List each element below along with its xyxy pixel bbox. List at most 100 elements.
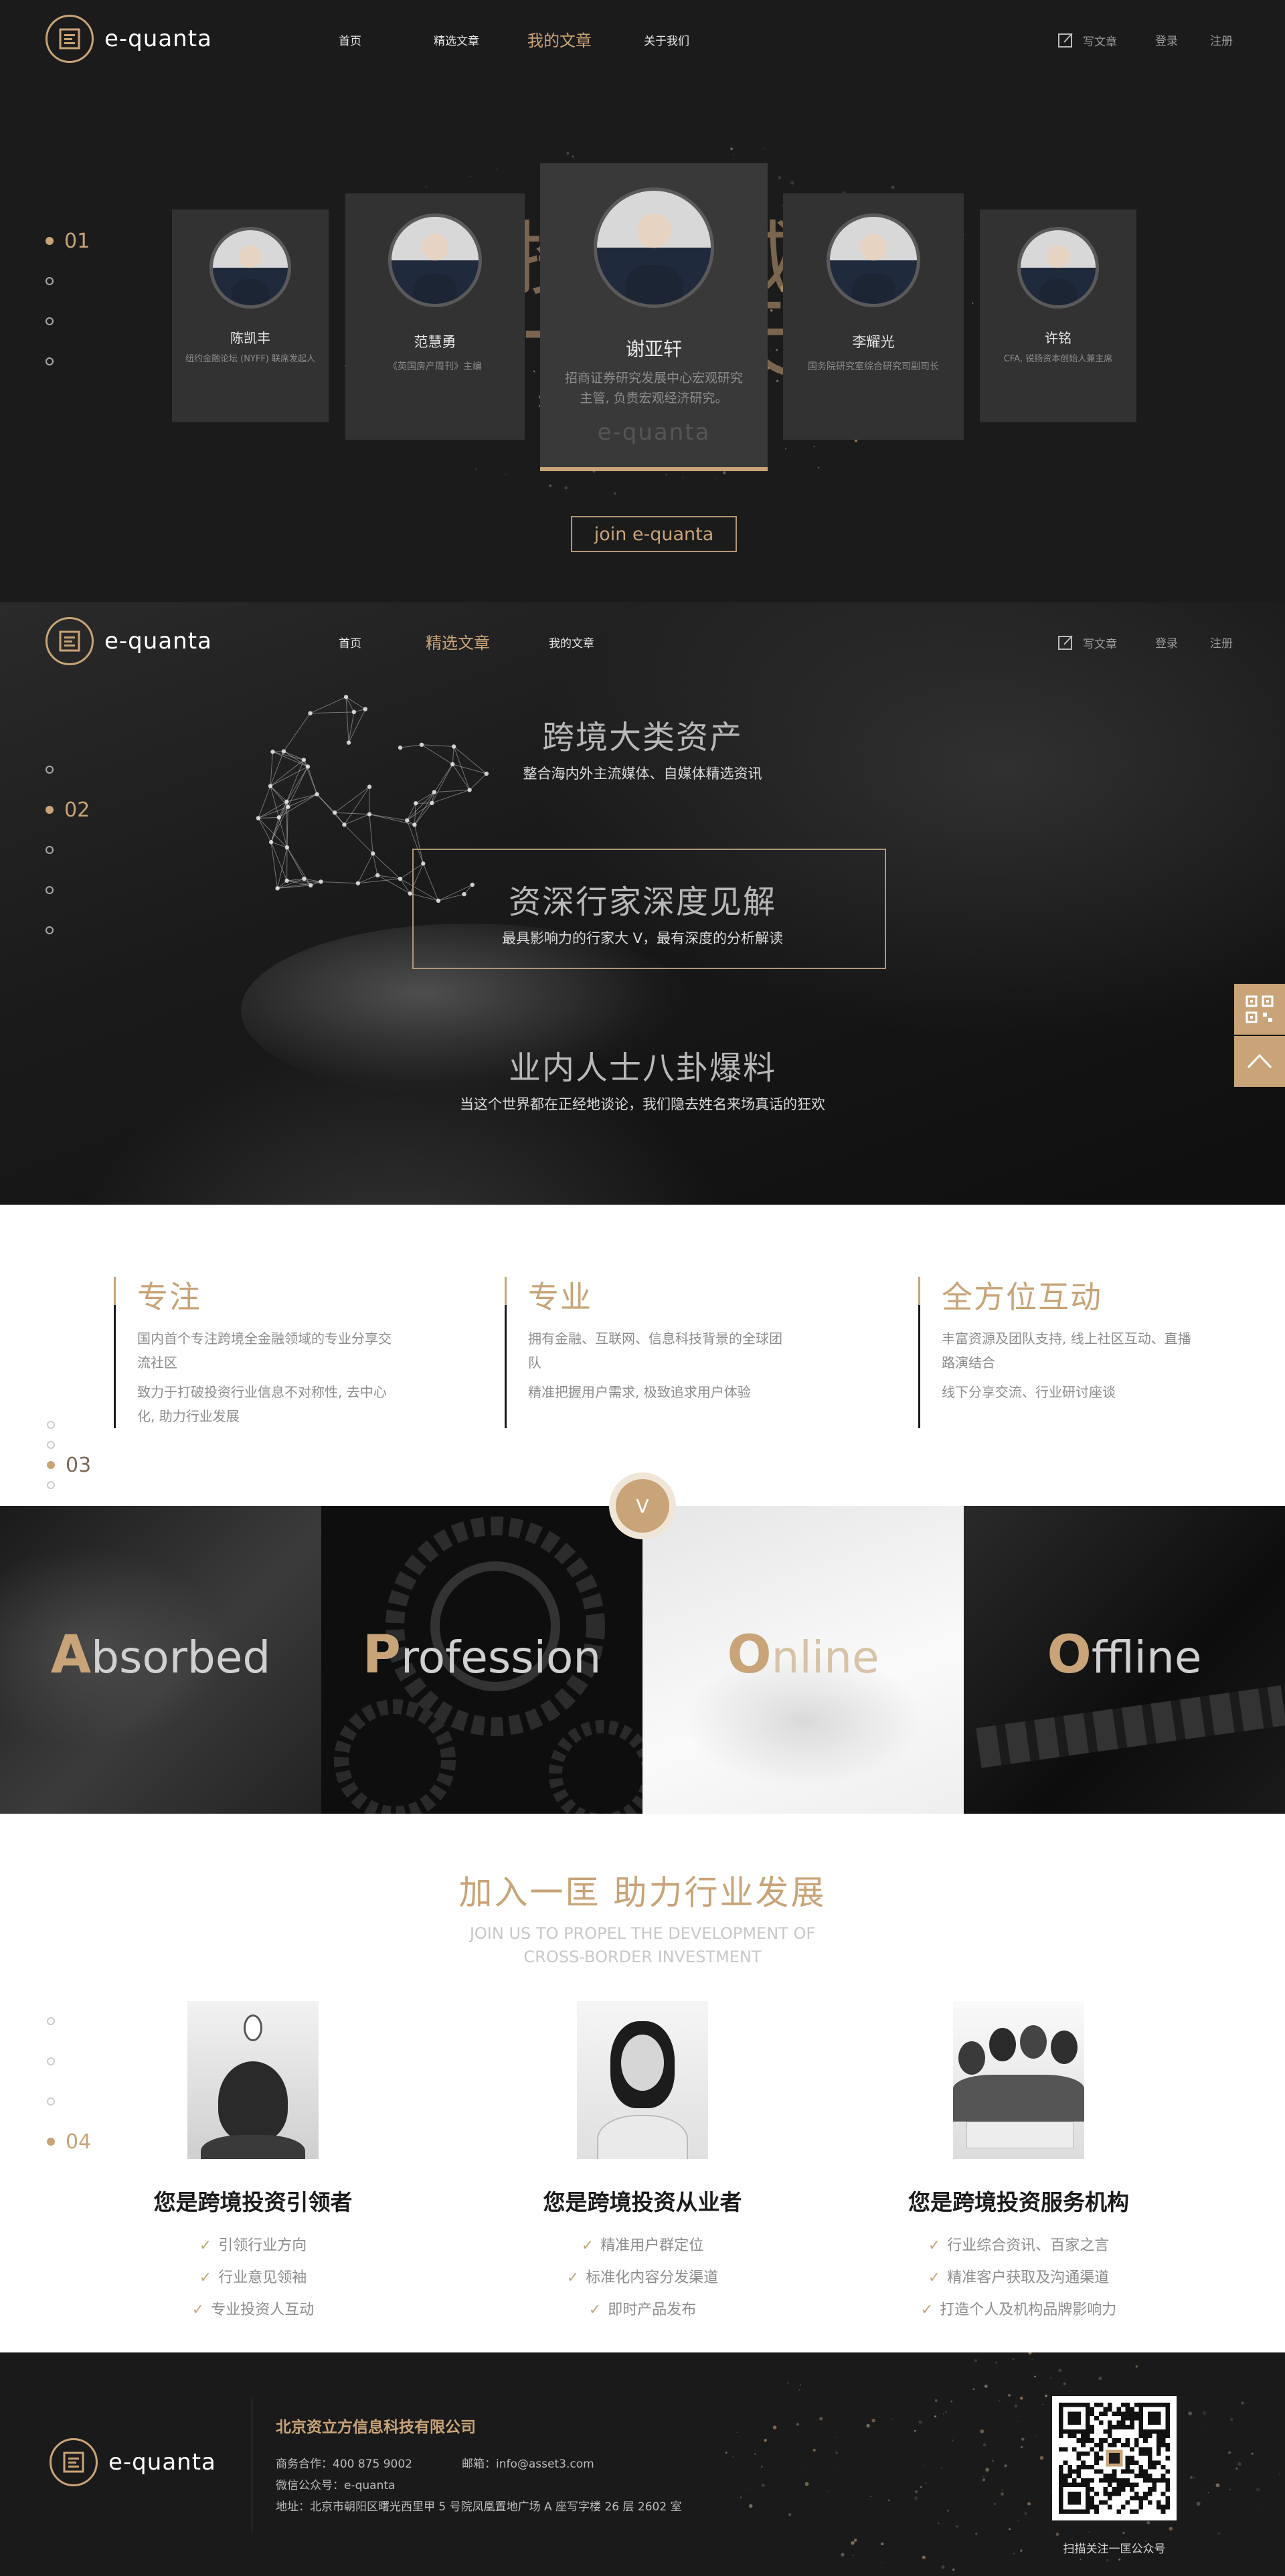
feature-text: 国内首个专注跨境全金融领域的专业分享交流社区 致力于打破投资行业信息不对称性, … xyxy=(137,1330,392,1424)
logo-mark-icon xyxy=(50,2438,98,2486)
value-word: Absorbed xyxy=(50,1625,271,1685)
company-address: 地址：北京市朝阳区曙光西里甲 5 号院凤凰置地广场 A 座写字楼 26 层 26… xyxy=(276,2500,682,2514)
highlight-block-assets: 跨境大类资产 整合海内外主流媒体、自媒体精选资讯 xyxy=(0,711,1285,783)
edit-icon xyxy=(1058,635,1073,650)
footer-logo[interactable]: e-quanta xyxy=(50,2438,216,2486)
logo[interactable]: e-quanta xyxy=(46,15,212,63)
check-icon: ✓ xyxy=(191,2302,205,2318)
list-item: ✓ 精准用户群定位 xyxy=(581,2237,704,2254)
company-name: 北京资立方信息科技有限公司 xyxy=(276,2419,476,2436)
feature-title: 全方位互动 xyxy=(942,1279,1102,1315)
list-item: ✓ 打造个人及机构品牌影响力 xyxy=(920,2302,1117,2318)
nav-featured[interactable]: 精选文章 xyxy=(426,630,490,653)
highlight-sub: 当这个世界都在正经地谈论，我们隐去姓名来场真话的狂欢 xyxy=(460,1096,825,1112)
nav-home[interactable]: 首页 xyxy=(339,634,361,651)
list-item: ✓ 专业投资人互动 xyxy=(191,2302,315,2318)
avatar xyxy=(827,213,920,307)
nav-my-articles[interactable]: 我的文章 xyxy=(549,634,594,651)
login-link[interactable]: 登录 xyxy=(1155,31,1178,48)
nav-about[interactable]: 关于我们 xyxy=(644,31,689,48)
slide-pager: 03 xyxy=(47,1415,91,1495)
speaker-card[interactable]: 陈凯丰 纽约金融论坛 (NYFF) 联席发起人 xyxy=(172,209,329,422)
section-badge: V xyxy=(609,1472,676,1539)
slide-pager-dot-2[interactable] xyxy=(47,2041,91,2081)
speaker-card[interactable]: 李耀光 国务院研究室综合研究司副司长 xyxy=(783,193,964,440)
logo[interactable]: e-quanta xyxy=(46,617,212,665)
slide-pager-dot-3[interactable] xyxy=(47,2081,91,2122)
slide-pager-dot-4[interactable]: 04 xyxy=(47,2122,91,2162)
write-article-label: 写文章 xyxy=(1083,637,1117,651)
write-article-link[interactable]: 写文章 xyxy=(1057,634,1117,651)
role-benefits: ✓ 精准用户群定位 ✓ 标准化内容分发渠道 ✓ 即时产品发布 xyxy=(502,2230,783,2326)
slide-pager-dot-2[interactable] xyxy=(47,1435,91,1455)
speaker-card[interactable]: 许铭 CFA, 锐扬资本创始人兼主席 xyxy=(980,209,1136,422)
check-icon: ✓ xyxy=(566,2269,580,2286)
slide-pager-dot-3[interactable] xyxy=(46,301,90,341)
speaker-desc: CFA, 锐扬资本创始人兼主席 xyxy=(1003,354,1113,364)
register-link[interactable]: 注册 xyxy=(1210,634,1233,651)
avatar xyxy=(594,187,714,308)
slide-pager-dot-4[interactable] xyxy=(47,1475,91,1495)
write-article-label: 写文章 xyxy=(1083,35,1117,49)
slide-pager-dot-2[interactable]: 02 xyxy=(46,790,90,830)
check-icon: ✓ xyxy=(199,2269,212,2286)
nav-my-articles[interactable]: 我的文章 xyxy=(527,27,592,51)
list-item: ✓ 行业意见领袖 xyxy=(199,2269,307,2286)
slide-pager-dot-2[interactable] xyxy=(46,261,90,301)
highlight-title: 跨境大类资产 xyxy=(541,719,743,756)
avatar xyxy=(388,213,482,307)
slide-number: 04 xyxy=(66,2130,92,2154)
logo-text: e-quanta xyxy=(104,628,212,655)
logo-mark-icon xyxy=(46,15,94,63)
hero-slide-content: e-quanta 首页 精选文章 我的文章 写文章 登录 注册 02 跨境大类资… xyxy=(0,602,1285,1205)
speaker-desc: 《英国房产周刊》主编 xyxy=(388,361,482,372)
slide-pager-dot-1[interactable] xyxy=(47,1415,91,1435)
qr-code-icon xyxy=(1246,995,1274,1023)
slide-pager-dot-1[interactable] xyxy=(47,2001,91,2041)
speaker-desc: 纽约金融论坛 (NYFF) 联席发起人 xyxy=(185,354,316,364)
role-photo-service xyxy=(953,2001,1084,2159)
list-item: ✓ 行业综合资讯、百家之言 xyxy=(928,2237,1110,2254)
feature-focus: 专注 国内首个专注跨境全金融领域的专业分享交流社区 致力于打破投资行业信息不对称… xyxy=(114,1277,392,1428)
value-tile-offline[interactable]: Offline xyxy=(964,1506,1285,1814)
slide-pager-dot-4[interactable] xyxy=(46,341,90,381)
slide-pager: 04 xyxy=(47,2001,91,2162)
speaker-name: 陈凯丰 xyxy=(230,330,270,346)
value-tile-absorbed[interactable]: Absorbed xyxy=(0,1506,321,1814)
speaker-name: 范慧勇 xyxy=(414,334,456,350)
write-article-link[interactable]: 写文章 xyxy=(1057,31,1117,49)
role-photo-practitioner xyxy=(577,2001,708,2159)
check-icon: ✓ xyxy=(199,2237,212,2254)
slide-pager-dot-3[interactable]: 03 xyxy=(47,1453,92,1477)
slide-number: 02 xyxy=(64,798,90,822)
login-link[interactable]: 登录 xyxy=(1155,634,1178,651)
back-to-top-button[interactable] xyxy=(1234,1036,1285,1087)
nav-featured[interactable]: 精选文章 xyxy=(434,31,479,48)
speaker-card[interactable]: 范慧勇 《英国房产周刊》主编 xyxy=(345,193,525,440)
features-section: 专注 国内首个专注跨境全金融领域的专业分享交流社区 致力于打破投资行业信息不对称… xyxy=(0,1205,1285,1506)
role-benefits: ✓ 行业综合资讯、百家之言 ✓ 精准客户获取及沟通渠道 ✓ 打造个人及机构品牌影响力 xyxy=(878,2230,1159,2326)
business-contact: 商务合作：400 875 9002 xyxy=(276,2458,412,2471)
email-link[interactable]: 邮箱：info@asset3.com xyxy=(462,2454,594,2471)
highlight-sub: 最具影响力的行家大 V，最有深度的分析解读 xyxy=(501,930,784,946)
slide-number: 03 xyxy=(66,1453,92,1477)
slide-pager-dot-3[interactable] xyxy=(46,830,90,870)
role-service-provider: 您是跨境投资服务机构 ✓ 行业综合资讯、百家之言 ✓ 精准客户获取及沟通渠道 ✓ 打造… xyxy=(878,2001,1159,2326)
join-title: 加入一匡 助力行业发展 xyxy=(458,1873,827,1912)
value-tile-online[interactable]: Online xyxy=(642,1506,964,1814)
value-tile-profession[interactable]: Profession xyxy=(321,1506,642,1814)
check-icon: ✓ xyxy=(581,2237,594,2254)
nav-home[interactable]: 首页 xyxy=(339,31,361,48)
avatar xyxy=(209,227,291,309)
slide-pager-dot-1[interactable]: 01 xyxy=(46,221,90,261)
register-link[interactable]: 注册 xyxy=(1210,31,1233,48)
footer: e-quanta 北京资立方信息科技有限公司 商务合作：400 875 9002… xyxy=(0,2352,1285,2576)
role-leader: 您是跨境投资引领者 ✓ 引领行业方向 ✓ 行业意见领袖 ✓ 专业投资人互动 xyxy=(112,2001,394,2326)
speaker-name: 谢亚轩 xyxy=(625,338,682,360)
highlight-title: 资深行家深度见解 xyxy=(508,883,776,921)
join-button[interactable]: join e-quanta xyxy=(571,516,737,552)
speaker-card-featured[interactable]: 谢亚轩 招商证券研究发展中心宏观研究主管, 负责宏观经济研究。 e-quanta xyxy=(540,163,768,471)
qr-code-button[interactable] xyxy=(1234,984,1285,1035)
check-icon: ✓ xyxy=(920,2302,934,2318)
wechat-account: 微信公众号：e-quanta xyxy=(276,2479,396,2492)
